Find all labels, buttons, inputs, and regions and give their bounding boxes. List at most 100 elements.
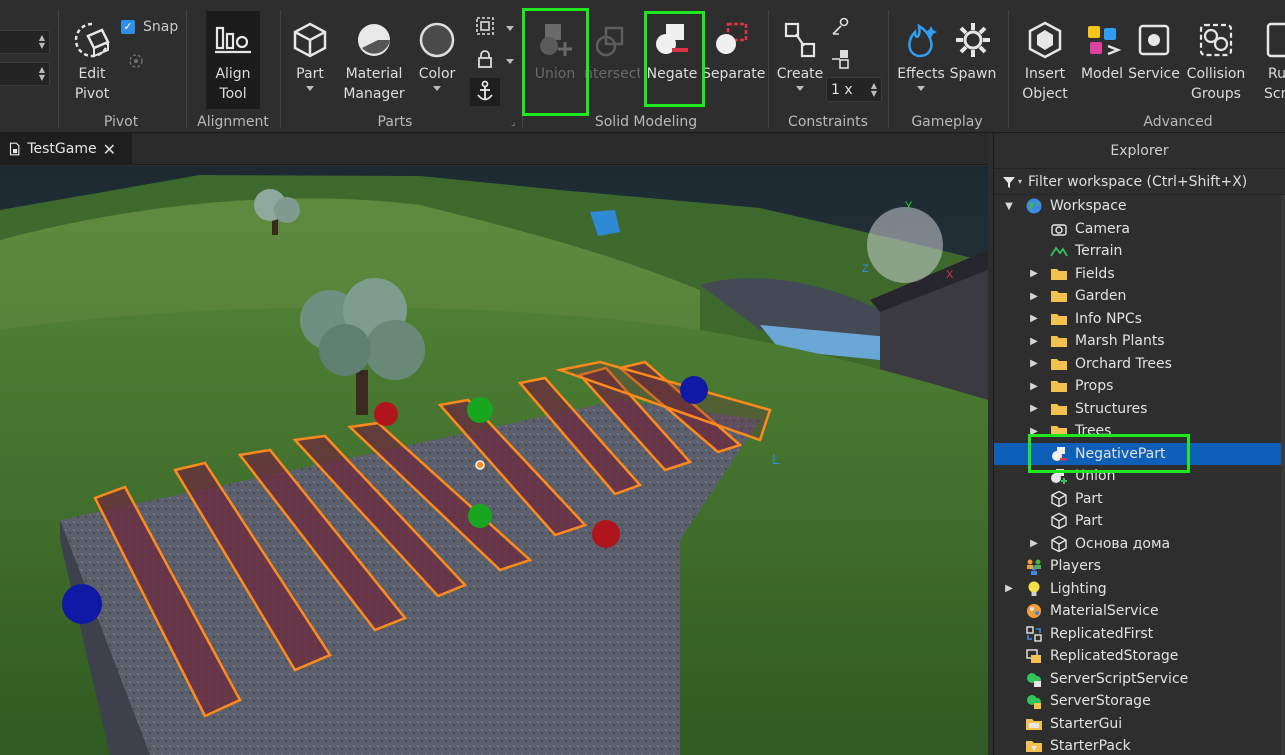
spawn-label: Spawn	[949, 66, 997, 82]
replicated-first-icon	[1025, 625, 1043, 643]
align-tool-label-2: Tool	[219, 86, 247, 102]
anchor-button[interactable]	[470, 78, 500, 106]
service-button[interactable]: Service	[1128, 20, 1180, 84]
explorer-item-label: StarterPack	[1050, 738, 1131, 755]
spawn-icon	[956, 23, 990, 57]
collision-groups-label-1: Collision	[1186, 66, 1246, 82]
chevron-right-icon[interactable]: ▶	[1027, 291, 1041, 302]
lock-icon[interactable]	[474, 48, 496, 70]
part-label: Part	[296, 66, 324, 82]
part-icon	[1050, 490, 1068, 508]
group-select-icon[interactable]	[474, 15, 496, 37]
chevron-right-icon[interactable]: ▶	[1027, 336, 1041, 347]
3d-viewport[interactable]: L Y Z X	[0, 166, 988, 755]
effects-flame-icon	[908, 23, 937, 58]
chevron-down-icon	[306, 86, 314, 91]
collision-groups-button[interactable]: Collision Groups	[1184, 20, 1248, 104]
explorer-item-label: Fields	[1075, 265, 1115, 282]
edit-pivot-button[interactable]: Edit Pivot	[66, 20, 118, 104]
model-button[interactable]: Model	[1078, 20, 1126, 84]
expand-corner-icon[interactable]: ⌟	[511, 118, 515, 128]
chevron-down-icon[interactable]: ▼	[1002, 201, 1016, 212]
explorer-item-starterpack[interactable]: StarterPack	[994, 735, 1285, 755]
explorer-filter-bar[interactable]: ▾ Filter workspace (Ctrl+Shift+X)	[994, 169, 1285, 195]
align-tool-label-1: Align	[215, 66, 251, 82]
rotate-increment-field[interactable]: ▲ ▼	[0, 62, 50, 86]
explorer-item-fields[interactable]: ▶ Fields	[994, 263, 1285, 286]
intersect-icon	[595, 26, 624, 57]
chevron-right-icon[interactable]: ▶	[1002, 583, 1016, 594]
folder-icon	[1050, 400, 1068, 418]
replicated-storage-icon	[1025, 647, 1043, 665]
pivot-group-label: Pivot	[103, 114, 139, 130]
chevron-down-icon	[433, 86, 441, 91]
insert-object-button[interactable]: Insert Object	[1016, 20, 1074, 104]
chevron-right-icon[interactable]: ▶	[1027, 313, 1041, 324]
explorer-scrollbar[interactable]	[1281, 195, 1285, 755]
insert-object-label-2: Object	[1022, 86, 1068, 102]
explorer-item-label: Info NPCs	[1075, 310, 1142, 327]
explorer-item-players[interactable]: Players	[994, 555, 1285, 578]
explorer-item-props[interactable]: ▶ Props	[994, 375, 1285, 398]
chevron-down-icon[interactable]	[506, 59, 514, 64]
explorer-item-part[interactable]: Part	[994, 510, 1285, 533]
explorer-item-startergui[interactable]: StarterGui	[994, 713, 1285, 736]
svg-text:L: L	[772, 451, 780, 467]
tab-testgame[interactable]: TestGame ✕	[0, 133, 132, 165]
spawn-button[interactable]: Spawn	[948, 20, 998, 84]
chevron-right-icon[interactable]: ▶	[1027, 381, 1041, 392]
explorer-item-replicatedfirst[interactable]: ReplicatedFirst	[994, 623, 1285, 646]
separate-icon	[716, 22, 748, 54]
explorer-item-camera[interactable]: Camera	[994, 218, 1285, 241]
explorer-tree: ▼ Workspace Camera Terrain ▶ Fields ▶ Garden ▶ In…	[994, 195, 1285, 755]
pivot-snap-icon[interactable]	[127, 52, 145, 70]
part-button[interactable]: Part	[288, 20, 332, 91]
intersect-button[interactable]: Intersect	[584, 20, 640, 84]
tab-label: TestGame	[27, 141, 97, 157]
chevron-right-icon[interactable]: ▶	[1027, 538, 1041, 549]
advanced-group-label: Advanced	[1143, 114, 1213, 130]
move-increment-field[interactable]: ▲ ▼	[0, 30, 50, 54]
separate-label: Separate	[702, 66, 766, 82]
separator	[768, 10, 769, 128]
folder-icon	[1050, 310, 1068, 328]
snap-toggle[interactable]: ✓ Snap	[121, 19, 178, 35]
explorer-item-serverstorage[interactable]: ServerStorage	[994, 690, 1285, 713]
explorer-item-replicatedstorage[interactable]: ReplicatedStorage	[994, 645, 1285, 668]
color-button[interactable]: Color	[414, 20, 460, 91]
folder-icon	[1050, 332, 1068, 350]
explorer-item-label: Part	[1075, 490, 1103, 507]
constraint-details-icon[interactable]	[830, 16, 852, 38]
chevron-down-icon[interactable]	[506, 26, 514, 31]
align-tool-button[interactable]: Align Tool	[206, 20, 260, 104]
explorer-item-marsh-plants[interactable]: ▶ Marsh Plants	[994, 330, 1285, 353]
explorer-item-info-npcs[interactable]: ▶ Info NPCs	[994, 308, 1285, 331]
camera-icon	[1050, 220, 1068, 238]
chevron-right-icon[interactable]: ▶	[1027, 403, 1041, 414]
explorer-item-orchard-trees[interactable]: ▶ Orchard Trees	[994, 353, 1285, 376]
explorer-item-garden[interactable]: ▶ Garden	[994, 285, 1285, 308]
explorer-item-lighting[interactable]: ▶ Lighting	[994, 578, 1285, 601]
explorer-item-materialservice[interactable]: MaterialService	[994, 600, 1285, 623]
run-script-button[interactable]: Ru Scr	[1258, 20, 1285, 104]
filter-workspace-input[interactable]: Filter workspace (Ctrl+Shift+X)	[1028, 174, 1247, 190]
color-swatch-icon	[419, 22, 455, 58]
chevron-right-icon[interactable]: ▶	[1027, 268, 1041, 279]
server-storage-icon	[1025, 692, 1043, 710]
explorer-item-structures[interactable]: ▶ Structures	[994, 398, 1285, 421]
checkbox-checked-icon: ✓	[121, 20, 135, 34]
chevron-right-icon[interactable]: ▶	[1027, 358, 1041, 369]
scale-stepper[interactable]: 1 x ▲ ▼	[826, 77, 882, 102]
create-constraint-button[interactable]: Create	[776, 20, 824, 91]
explorer-item-terrain[interactable]: Terrain	[994, 240, 1285, 263]
separate-button[interactable]: Separate	[702, 20, 766, 84]
explorer-item-serverscriptservice[interactable]: ServerScriptService	[994, 668, 1285, 691]
effects-button[interactable]: Effects	[896, 20, 946, 91]
material-manager-button[interactable]: Material Manager	[340, 20, 408, 104]
constraint-welds-icon[interactable]	[830, 48, 852, 70]
explorer-item-основа-дома[interactable]: ▶ Основа дома	[994, 533, 1285, 556]
union-highlight-box	[522, 8, 589, 116]
close-icon[interactable]: ✕	[103, 140, 116, 159]
explorer-item-workspace[interactable]: ▼ Workspace	[994, 195, 1285, 218]
explorer-item-part[interactable]: Part	[994, 488, 1285, 511]
